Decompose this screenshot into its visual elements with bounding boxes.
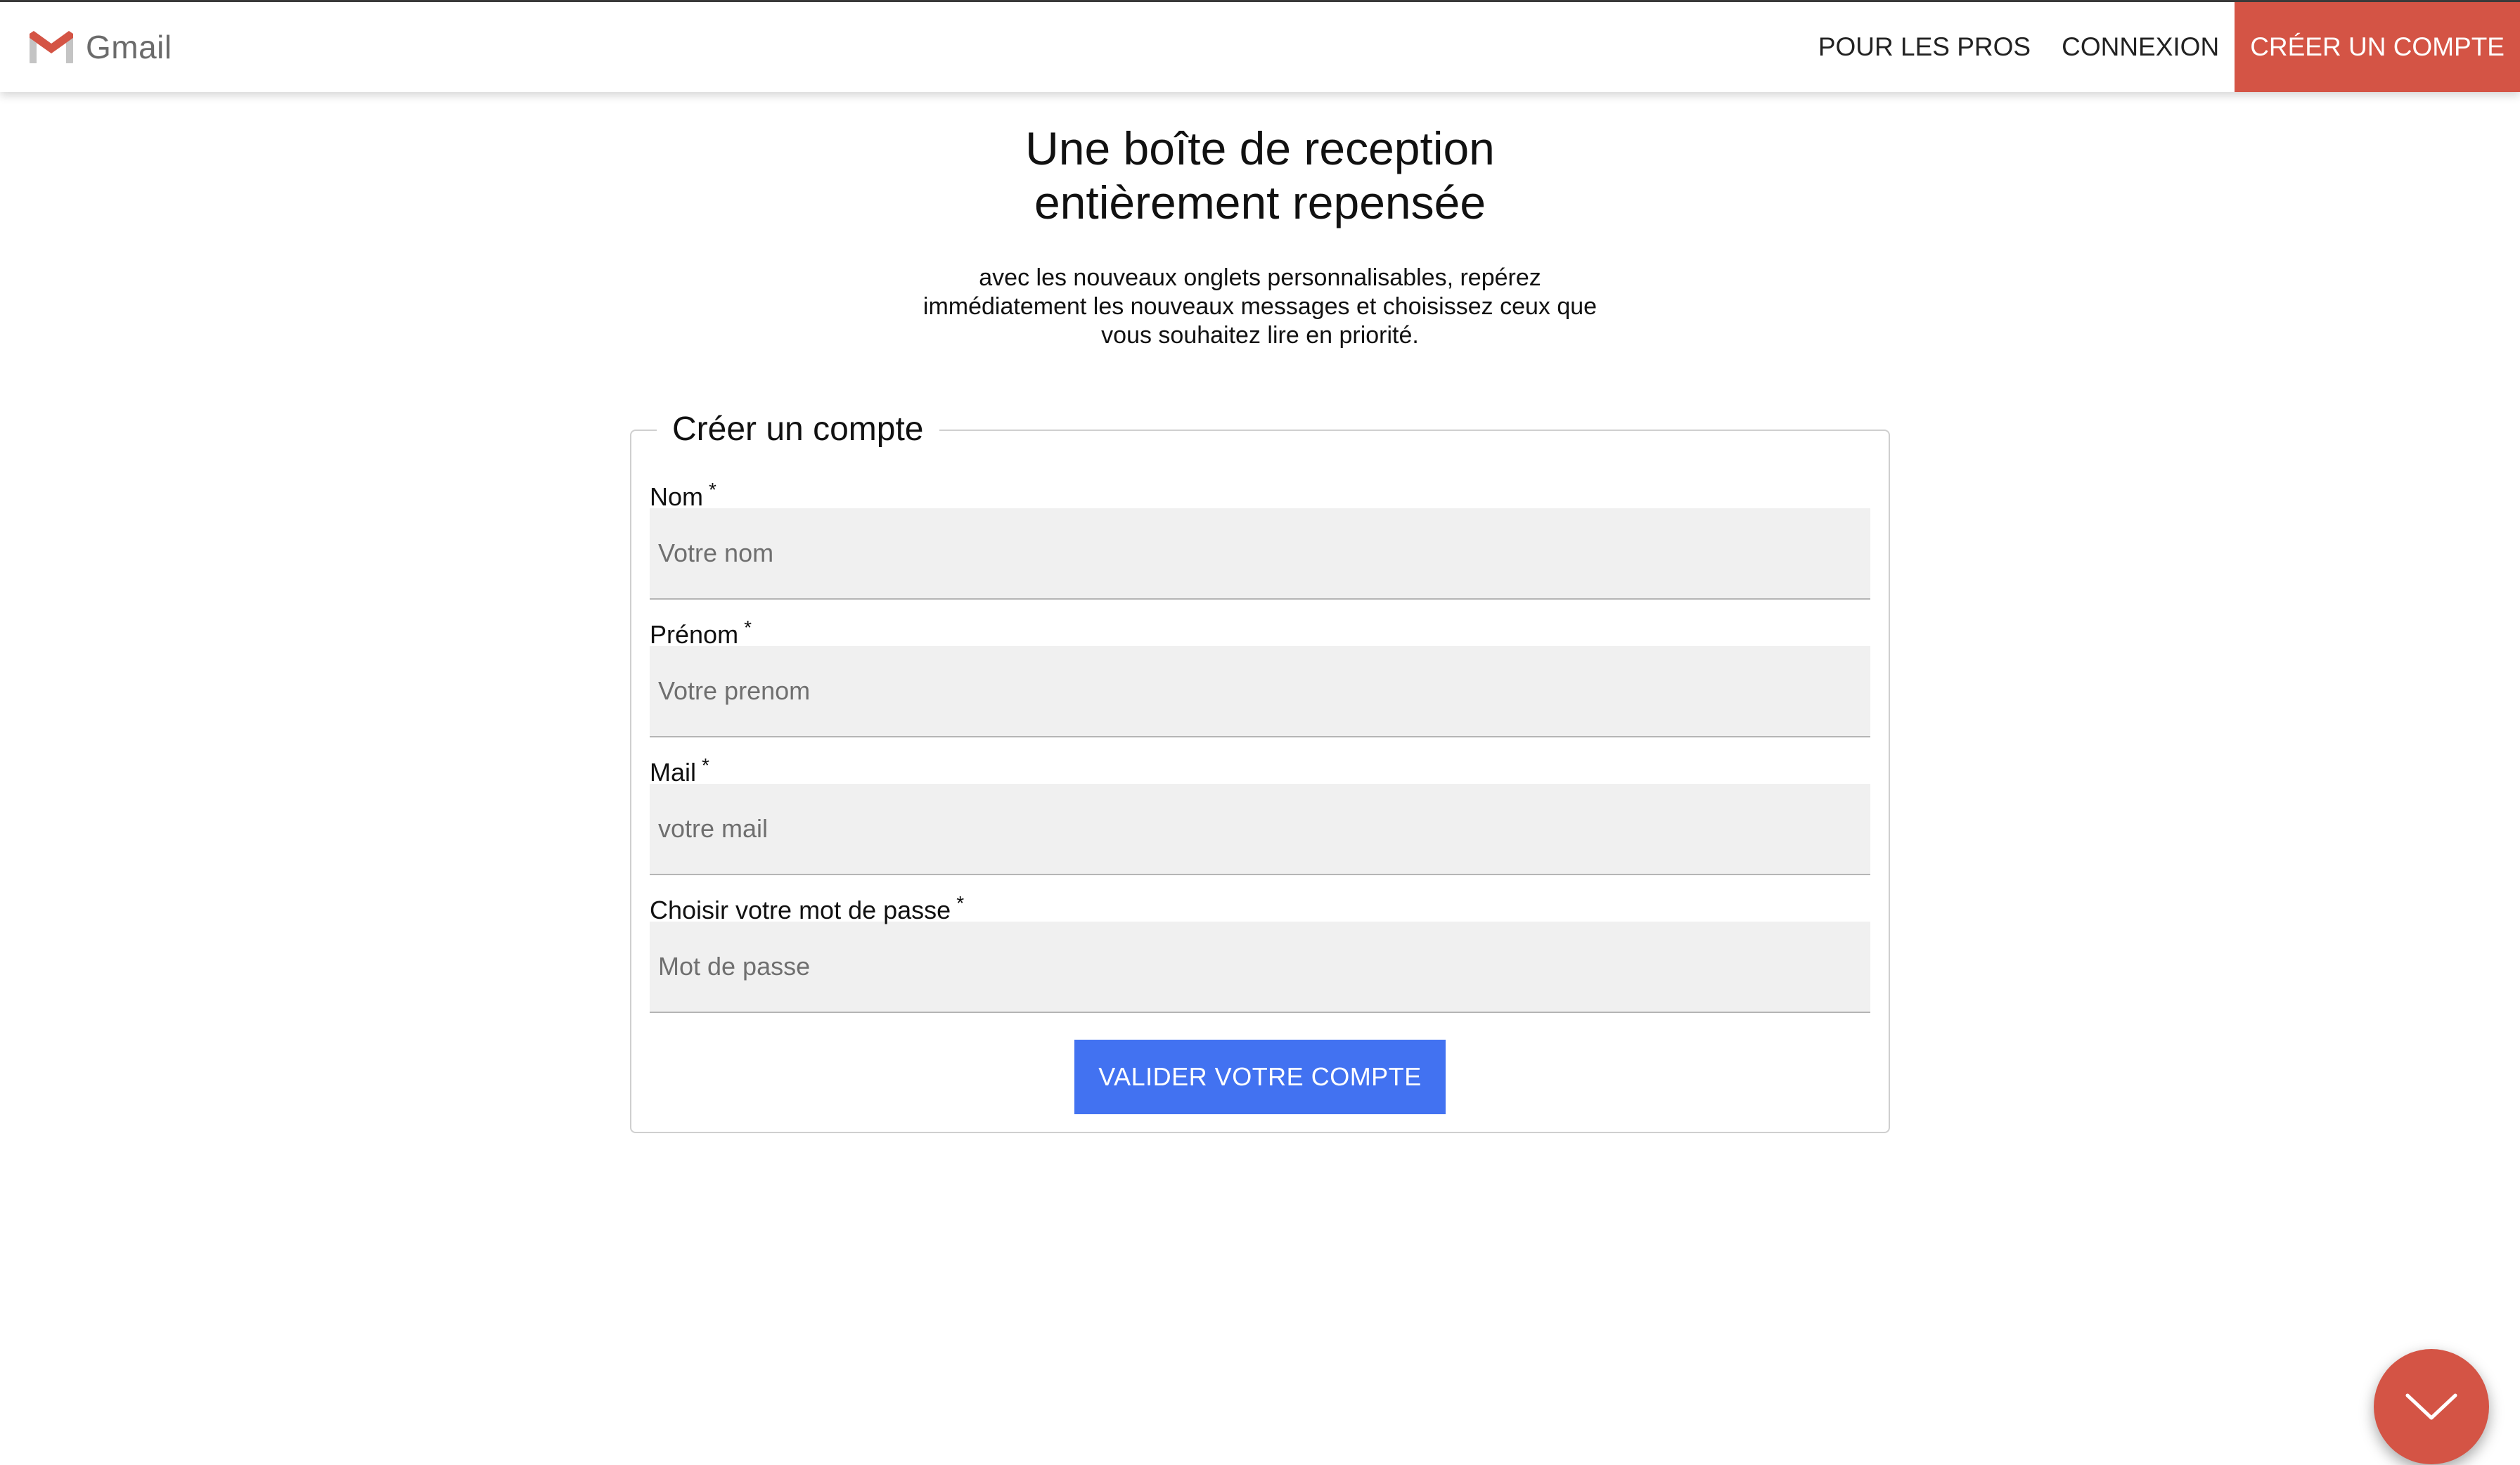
field-label-prenom: Prénom *: [650, 614, 1870, 649]
field-label-nom: Nom *: [650, 476, 1870, 511]
field-mail: Mail *: [650, 751, 1870, 875]
required-marker: *: [744, 617, 752, 638]
field-label-mot-de-passe: Choisir votre mot de passe *: [650, 889, 1870, 924]
nav-creer-un-compte[interactable]: CRÉER UN COMPTE: [2235, 2, 2520, 92]
field-mot-de-passe: Choisir votre mot de passe *: [650, 889, 1870, 1013]
chevron-down-icon: [2405, 1393, 2457, 1420]
required-marker: *: [956, 892, 965, 914]
field-label-text: Choisir votre mot de passe: [650, 896, 951, 924]
scroll-down-fab[interactable]: [2374, 1349, 2489, 1464]
signup-form: Créer un compte Nom* Prénom* Mail* Chois…: [630, 407, 1890, 1133]
mail-input[interactable]: [650, 784, 1870, 875]
nav-connexion[interactable]: CONNEXION: [2046, 2, 2235, 92]
field-label-text: Mail: [650, 758, 697, 787]
hero-title-line-2: entièrement repensée: [1034, 176, 1486, 228]
gmail-logo-icon: [30, 31, 73, 63]
form-legend: Créer un compte: [657, 407, 939, 452]
validate-account-button[interactable]: VALIDER VOTRE COMPTE: [1074, 1040, 1446, 1114]
page: Gmail POUR LES PROS CONNEXION CRÉER UN C…: [0, 0, 2520, 1465]
password-input[interactable]: [650, 922, 1870, 1013]
required-marker: *: [709, 479, 716, 501]
field-label-text: Nom: [650, 482, 704, 511]
prenom-input[interactable]: [650, 646, 1870, 737]
hero-subtitle: avec les nouveaux onglets personnalisabl…: [922, 264, 1598, 349]
field-label-mail: Mail *: [650, 751, 1870, 787]
top-nav-bar: Gmail POUR LES PROS CONNEXION CRÉER UN C…: [0, 2, 2520, 92]
hero-title-line-1: Une boîte de reception: [1025, 122, 1495, 174]
brand[interactable]: Gmail: [28, 2, 172, 92]
main-nav: POUR LES PROS CONNEXION CRÉER UN COMPTE: [1803, 2, 2520, 92]
field-label-text: Prénom: [650, 620, 739, 649]
required-marker: *: [702, 754, 709, 776]
hero-title: Une boîte de reception entièrement repen…: [0, 122, 2520, 230]
nav-pour-les-pros[interactable]: POUR LES PROS: [1803, 2, 2046, 92]
field-prenom: Prénom *: [650, 614, 1870, 737]
field-nom: Nom *: [650, 476, 1870, 600]
brand-name: Gmail: [86, 29, 172, 65]
nom-input[interactable]: [650, 508, 1870, 600]
